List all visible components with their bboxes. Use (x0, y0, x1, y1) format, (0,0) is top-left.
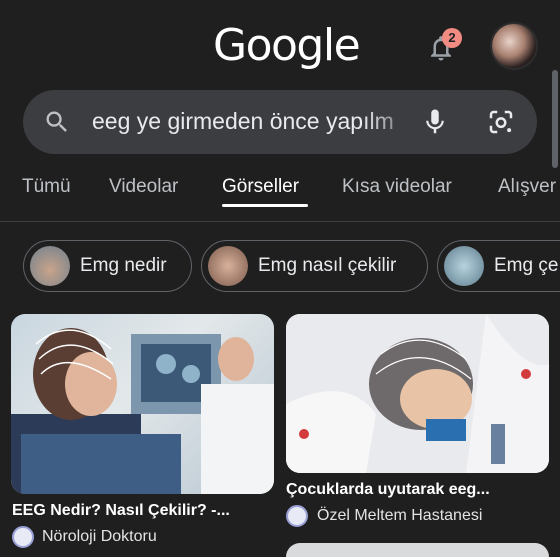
tab-shopping[interactable]: Alışver (498, 176, 556, 198)
tab-short-videos[interactable]: Kısa videolar (342, 176, 452, 198)
scrollbar[interactable] (552, 70, 558, 168)
result-title[interactable]: EEG Nedir? Nasıl Çekilir? -... (12, 502, 230, 520)
result-source[interactable]: Nöroloji Doktoru (42, 528, 157, 546)
search-icon (46, 111, 67, 132)
header: Google 2 (0, 0, 560, 90)
chip-thumbnail (208, 246, 248, 286)
avatar[interactable] (490, 22, 538, 70)
source-favicon-icon (286, 505, 308, 527)
chip-emg-nasil-cekilir[interactable]: Emg nasıl çekilir (201, 240, 428, 292)
chip-label: Emg çe (494, 255, 559, 276)
chip-label: Emg nasıl çekilir (258, 255, 397, 276)
chip-label: Emg nedir (80, 255, 167, 276)
chip-emg-ce[interactable]: Emg çe (437, 240, 560, 292)
search-bar[interactable]: eeg ye girmeden önce yapılm (23, 90, 537, 154)
result-source[interactable]: Özel Meltem Hastanesi (317, 507, 482, 525)
tab-images[interactable]: Görseller (222, 176, 299, 198)
chip-thumbnail (30, 246, 70, 286)
result-image[interactable] (286, 543, 549, 557)
search-fade (363, 104, 423, 140)
google-logo[interactable]: Google (213, 20, 361, 71)
notification-badge: 2 (442, 28, 462, 48)
active-tab-indicator (222, 204, 308, 207)
result-image[interactable] (11, 314, 274, 494)
result-title[interactable]: Çocuklarda uyutarak eeg... (286, 481, 490, 499)
microphone-icon[interactable] (420, 107, 450, 137)
source-favicon-icon (12, 526, 34, 548)
notifications-button[interactable]: 2 (420, 28, 464, 68)
tab-all[interactable]: Tümü (22, 176, 71, 198)
eeg-photo (11, 328, 274, 494)
tab-videos[interactable]: Videolar (109, 176, 178, 198)
baby-eeg-photo (286, 314, 549, 473)
result-image[interactable] (286, 314, 549, 473)
chip-emg-nedir[interactable]: Emg nedir (23, 240, 192, 292)
tab-bar: Tümü Videolar Görseller Kısa videolar Al… (0, 162, 560, 222)
camera-lens-icon[interactable] (486, 107, 516, 137)
chip-thumbnail (444, 246, 484, 286)
